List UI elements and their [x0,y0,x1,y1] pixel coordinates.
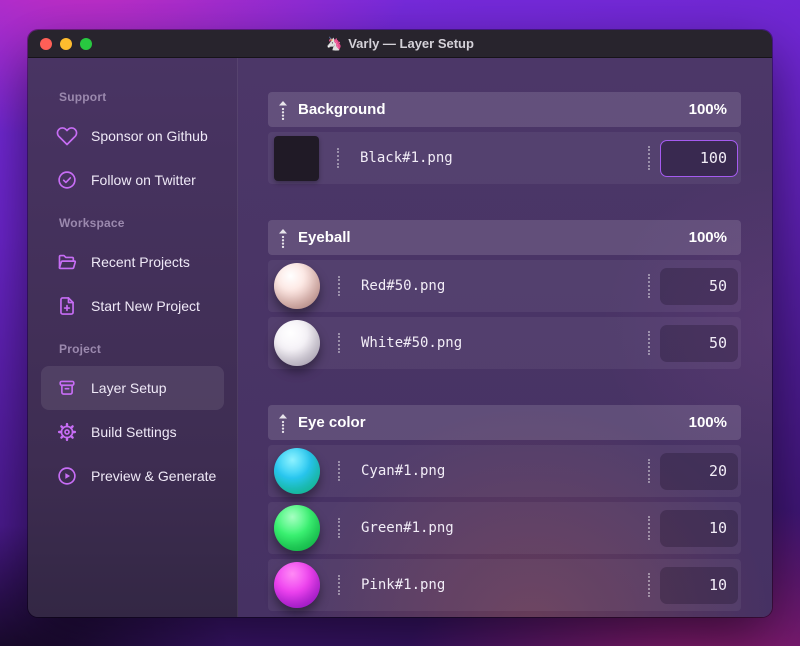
layer-list: Background 100% Black#1.png 100 Eyeball … [238,58,772,617]
layer-weight-input[interactable] [660,139,738,177]
zoom-button[interactable] [80,37,92,50]
layer-thumbnail [274,562,320,608]
drag-handle-icon[interactable] [278,413,288,433]
traffic-lights [40,37,92,50]
drag-grip-icon [648,146,650,170]
sidebar-item-label: Start New Project [91,298,200,314]
layer-group-header[interactable]: Background 100% [268,92,741,127]
file-plus-icon [56,295,78,317]
app-unicorn-icon: 🦄 [326,35,343,51]
drag-grip-icon [338,333,340,353]
layer-thumbnail [274,320,320,366]
sidebar: Support Sponsor on Github Follow on Twit… [28,58,238,617]
group-name: Eye color [298,414,366,431]
minimize-button[interactable] [60,37,72,50]
layer-thumbnail [274,263,320,309]
group-weight: 100% [688,101,727,118]
layer-group-background: Background 100% Black#1.png [268,92,741,184]
window-body: Support Sponsor on Github Follow on Twit… [28,58,772,617]
play-circle-icon [56,465,78,487]
layer-row[interactable]: Black#1.png [268,132,741,184]
sidebar-item-follow-twitter[interactable]: Follow on Twitter [41,158,224,202]
drag-grip-icon [338,461,340,481]
layer-group-header[interactable]: Eyeball 100% [268,220,741,255]
folder-open-icon [56,251,78,273]
layer-thumbnail [274,448,320,494]
layer-filename: Cyan#1.png [361,463,446,479]
layer-weight-input[interactable] [660,566,738,604]
heart-icon [56,125,78,147]
window-title-text: Varly — Layer Setup [348,36,474,51]
sidebar-item-recent-projects[interactable]: Recent Projects [41,240,224,284]
layer-weight-input[interactable] [660,267,738,305]
layer-group-eyeball: Eyeball 100% Red#50.png White [268,220,741,369]
sidebar-item-start-new-project[interactable]: Start New Project [41,284,224,328]
sidebar-item-label: Sponsor on Github [91,128,208,144]
app-window: 🦄 Varly — Layer Setup Support Sponsor on… [28,30,772,617]
gear-icon [56,421,78,443]
layer-filename: Red#50.png [361,278,446,294]
sidebar-item-layer-setup[interactable]: Layer Setup [41,366,224,410]
layer-group-eye-color: Eye color 100% Cyan#1.png Gre [268,405,741,611]
layer-row[interactable]: Pink#1.png [268,559,741,611]
desktop-wallpaper: 🦄 Varly — Layer Setup Support Sponsor on… [0,0,800,646]
drag-grip-icon [648,274,650,298]
layer-row[interactable]: Red#50.png [268,260,741,312]
layer-row[interactable]: Green#1.png [268,502,741,554]
sidebar-item-label: Follow on Twitter [91,172,196,188]
layer-filename: Green#1.png [361,520,454,536]
group-name: Eyeball [298,229,351,246]
drag-handle-icon[interactable] [278,100,288,120]
layer-box-icon [56,377,78,399]
drag-grip-icon [338,518,340,538]
layer-thumbnail [274,135,319,181]
window-title: 🦄 Varly — Layer Setup [326,36,474,52]
layer-weight-input[interactable] [660,509,738,547]
layer-group-header[interactable]: Eye color 100% [268,405,741,440]
layer-weight-input[interactable] [660,324,738,362]
layer-row[interactable]: Cyan#1.png [268,445,741,497]
sidebar-item-label: Preview & Generate [91,468,217,484]
drag-grip-icon [337,148,339,168]
layer-thumbnail [274,505,320,551]
layer-filename: White#50.png [361,335,463,351]
group-weight: 100% [688,414,727,431]
close-button[interactable] [40,37,52,50]
sidebar-section-workspace: Workspace [59,216,125,230]
sidebar-item-label: Build Settings [91,424,177,440]
titlebar[interactable]: 🦄 Varly — Layer Setup [28,30,772,58]
drag-grip-icon [338,575,340,595]
drag-grip-icon [648,573,650,597]
drag-handle-icon[interactable] [278,228,288,248]
sidebar-item-label: Recent Projects [91,254,190,270]
group-name: Background [298,101,386,118]
sidebar-item-preview-generate[interactable]: Preview & Generate [41,454,224,498]
sidebar-item-label: Layer Setup [91,380,167,396]
layer-filename: Black#1.png [360,150,453,166]
layer-filename: Pink#1.png [361,577,446,593]
drag-grip-icon [648,459,650,483]
layer-weight-input[interactable] [660,452,738,490]
verified-badge-icon [56,169,78,191]
sidebar-section-project: Project [59,342,102,356]
layer-row[interactable]: White#50.png [268,317,741,369]
group-weight: 100% [688,229,727,246]
drag-grip-icon [648,516,650,540]
drag-grip-icon [338,276,340,296]
sidebar-item-build-settings[interactable]: Build Settings [41,410,224,454]
sidebar-section-support: Support [59,90,107,104]
sidebar-item-sponsor-github[interactable]: Sponsor on Github [41,114,224,158]
drag-grip-icon [648,331,650,355]
